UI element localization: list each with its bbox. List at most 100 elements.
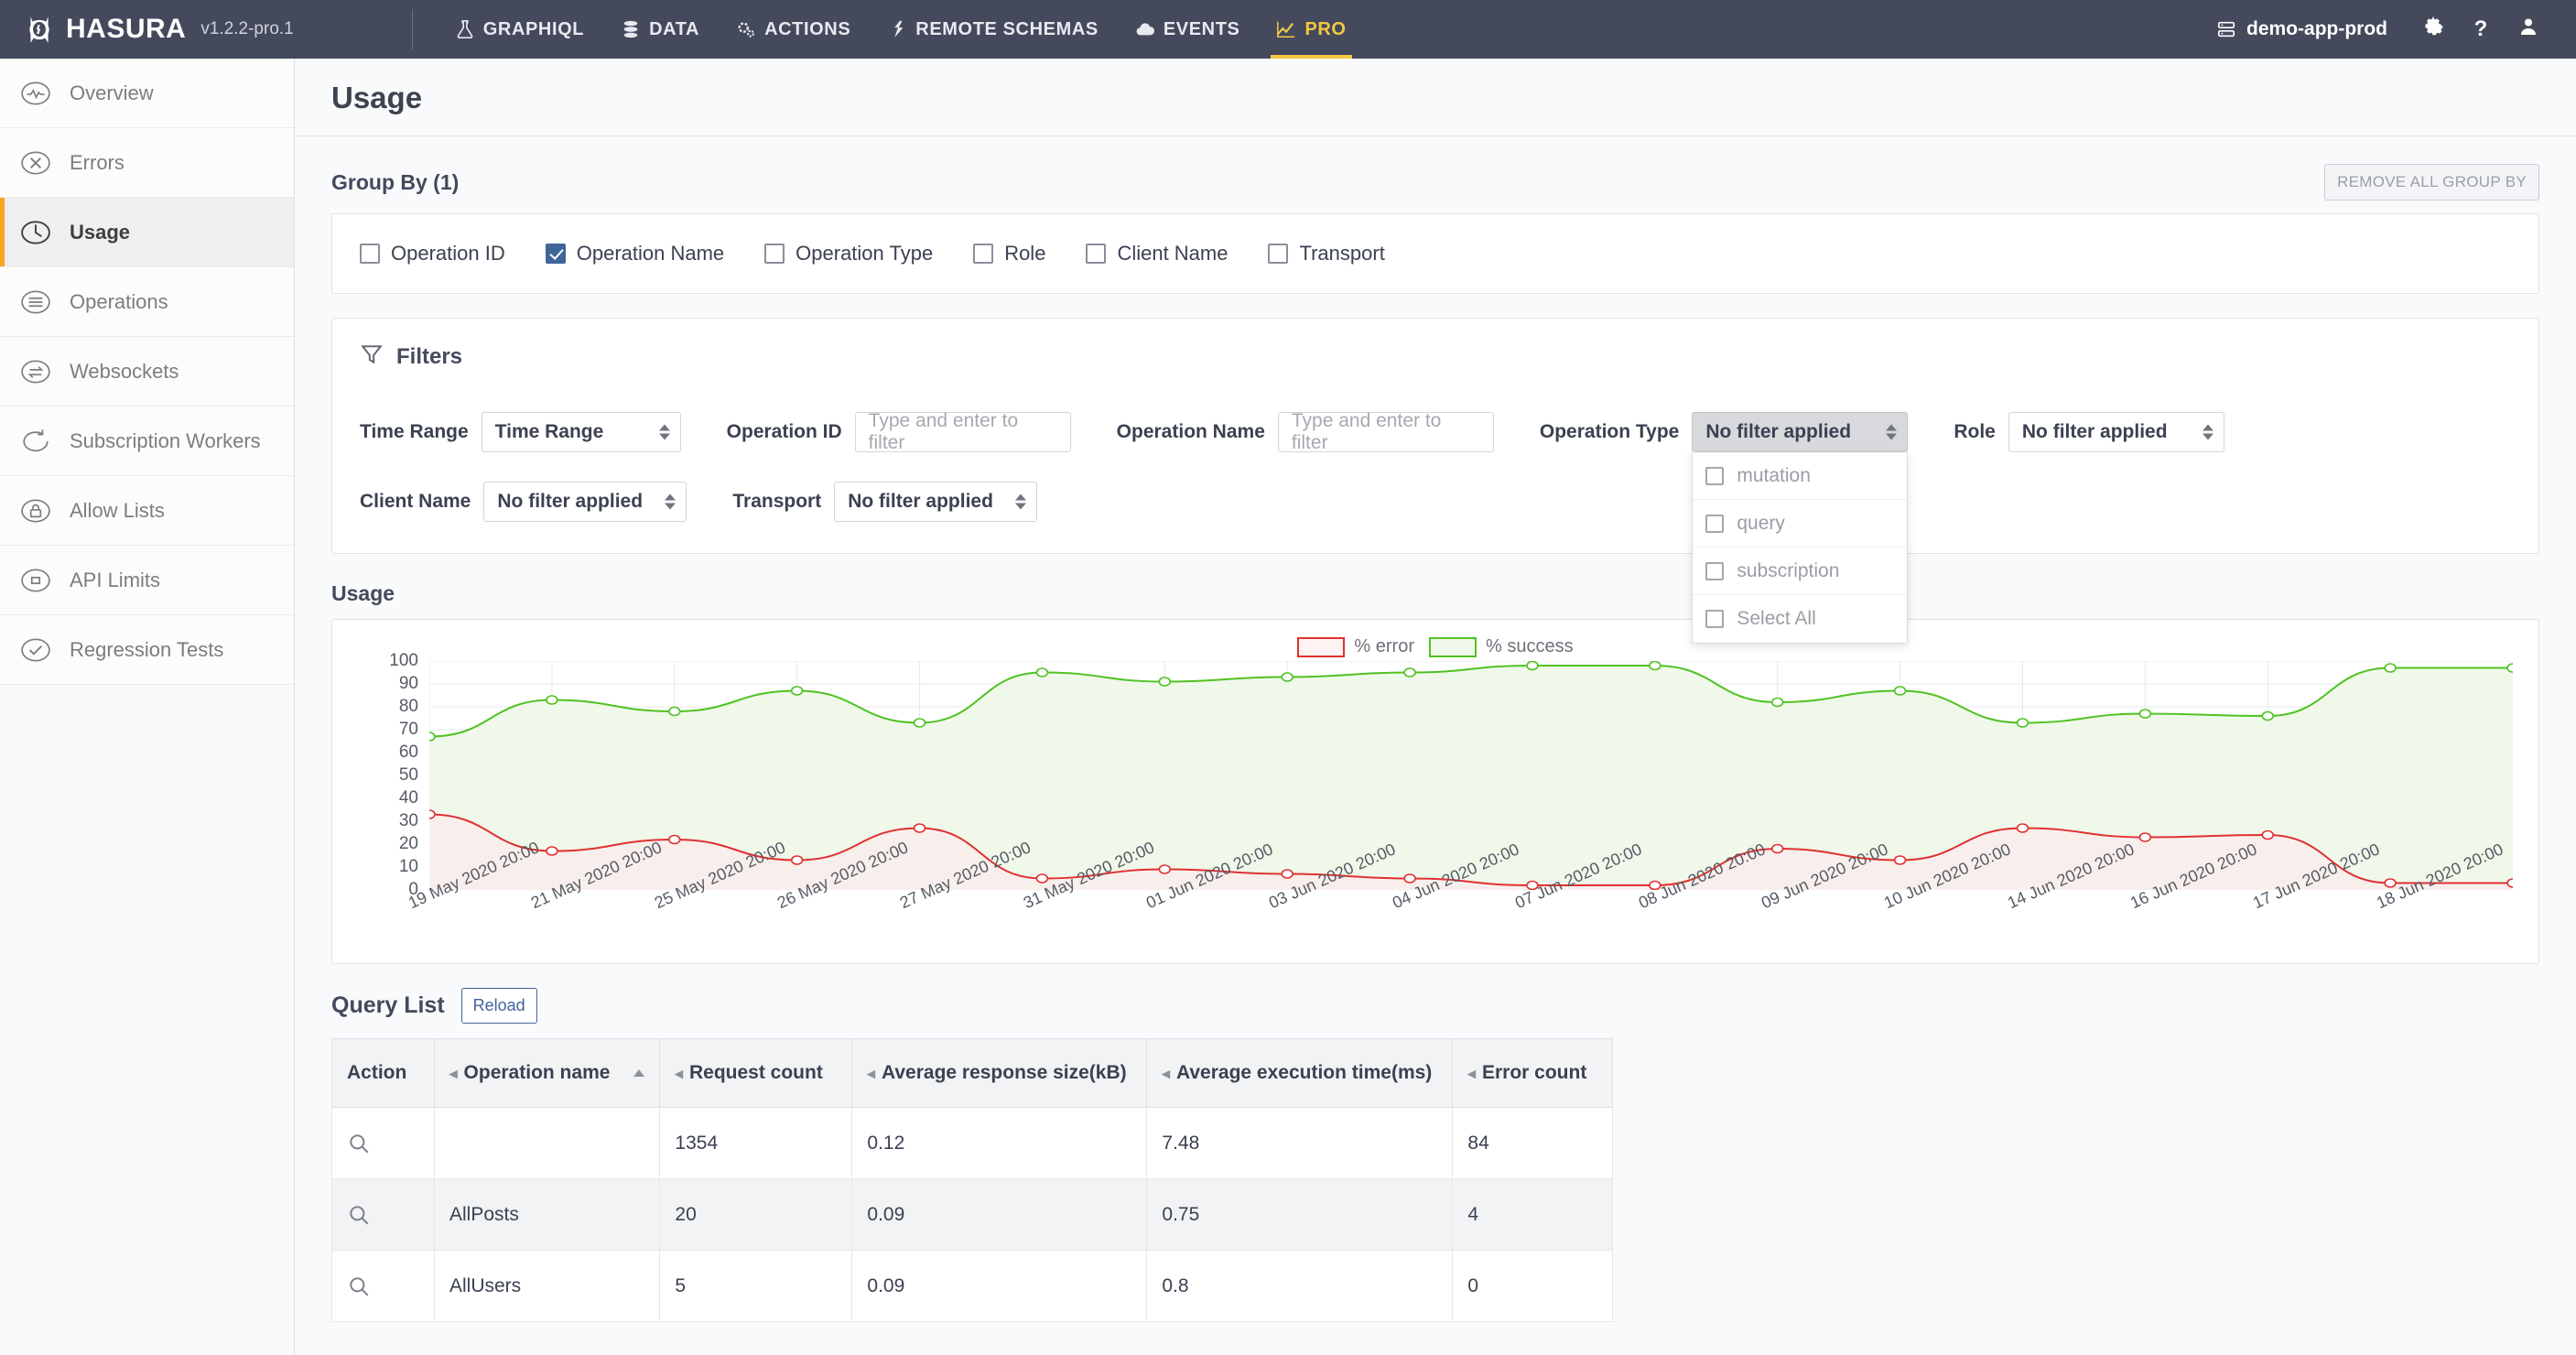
row-action-cell[interactable]: [331, 1178, 435, 1251]
checkbox-box[interactable]: [1705, 561, 1725, 580]
checkbox-box[interactable]: [360, 244, 380, 264]
server-icon: [2216, 19, 2236, 39]
table-header-row: Action ◂ Operation name ◂ Request count ◂ A…: [331, 1038, 1613, 1108]
flask-icon: [455, 19, 475, 39]
nav-item-events[interactable]: EVENTS: [1117, 0, 1259, 59]
filter-label: Time Range: [360, 421, 469, 442]
groupby-checkbox-client-name[interactable]: Client Name: [1086, 242, 1228, 266]
nav-label: DATA: [649, 18, 700, 39]
remove-all-group-by-button[interactable]: REMOVE ALL GROUP BY: [2324, 164, 2539, 201]
settings-button[interactable]: [2409, 0, 2457, 59]
nav-item-graphiql[interactable]: GRAPHIQL: [437, 0, 602, 59]
checkbox-box[interactable]: [1705, 514, 1725, 533]
sidebar-item-allow-lists[interactable]: Allow Lists: [0, 476, 294, 546]
sidebar-item-operations[interactable]: Operations: [0, 267, 294, 337]
groupby-checkbox-transport[interactable]: Transport: [1268, 242, 1385, 266]
row-action-cell[interactable]: [331, 1250, 435, 1322]
y-axis-tick: 50: [398, 765, 418, 785]
search-icon[interactable]: [347, 1203, 371, 1227]
nav-item-pro[interactable]: PRO: [1258, 0, 1364, 59]
dropdown-item-label: mutation: [1737, 464, 1811, 486]
checkbox-box[interactable]: [545, 244, 566, 264]
operation-name-input[interactable]: Type and enter to filter: [1277, 410, 1494, 453]
search-icon[interactable]: [347, 1132, 371, 1155]
usage-chart-card: % error % success 0 10 20 30 40 50 60 70 80 90 100…: [331, 619, 2539, 964]
dropdown-item-select-all[interactable]: Select All: [1693, 595, 1908, 643]
square-circle-icon: [20, 565, 51, 596]
checkbox-box[interactable]: [1705, 466, 1725, 485]
check-circle-icon: [20, 634, 51, 666]
nav-label: REMOTE SCHEMAS: [915, 18, 1099, 39]
user-menu-button[interactable]: [2505, 0, 2552, 59]
spinner-icon: [1015, 493, 1027, 510]
dropdown-item-subscription[interactable]: subscription: [1693, 547, 1908, 595]
dropdown-item-query[interactable]: query: [1693, 500, 1908, 547]
brand-name: HASURA: [66, 14, 187, 44]
checkbox-box[interactable]: [1705, 610, 1725, 628]
sidebar-item-websockets[interactable]: Websockets: [0, 337, 294, 406]
legend-label: % success: [1485, 636, 1574, 656]
sidebar-item-usage[interactable]: Usage: [0, 198, 294, 267]
reload-button[interactable]: Reload: [460, 988, 537, 1024]
checkbox-box[interactable]: [1086, 244, 1107, 264]
top-bar: HASURA v1.2.2-pro.1 GRAPHIQL DATA ACTION…: [0, 0, 2576, 59]
sidebar-item-label: Subscription Workers: [70, 428, 261, 452]
checkbox-box[interactable]: [764, 244, 785, 264]
column-error-count[interactable]: ◂ Error count: [1452, 1038, 1613, 1108]
column-operation-name[interactable]: ◂ Operation name: [433, 1038, 661, 1108]
project-selector[interactable]: demo-app-prod: [2194, 0, 2409, 59]
groupby-checkbox-operation-id[interactable]: Operation ID: [360, 242, 505, 266]
groupby-checkbox-role[interactable]: Role: [973, 242, 1045, 266]
column-avg-execution-time[interactable]: ◂ Average execution time(ms): [1146, 1038, 1454, 1108]
nav-item-remote-schemas[interactable]: REMOTE SCHEMAS: [869, 0, 1117, 59]
search-icon[interactable]: [347, 1274, 371, 1298]
brand[interactable]: HASURA v1.2.2-pro.1: [0, 14, 294, 45]
filter-label: Operation Type: [1539, 421, 1680, 442]
sidebar-item-api-limits[interactable]: API Limits: [0, 546, 294, 615]
sidebar-item-regression-tests[interactable]: Regression Tests: [0, 615, 294, 685]
cell-avg-response-size: 0.12: [851, 1107, 1148, 1179]
column-avg-response-size[interactable]: ◂ Average response size(kB): [851, 1038, 1148, 1108]
sidebar-item-errors[interactable]: Errors: [0, 128, 294, 198]
sidebar-item-overview[interactable]: Overview: [0, 59, 294, 128]
spinner-icon: [2202, 424, 2213, 440]
column-request-count[interactable]: ◂ Request count: [659, 1038, 853, 1108]
client-name-select[interactable]: No filter applied: [483, 482, 687, 522]
table-row[interactable]: AllPosts 20 0.09 0.75 4: [331, 1178, 1613, 1251]
groupby-checkbox-operation-type[interactable]: Operation Type: [764, 242, 933, 266]
groupby-checkbox-operation-name[interactable]: Operation Name: [545, 242, 724, 266]
dropdown-item-mutation[interactable]: mutation: [1693, 452, 1908, 500]
nav-item-data[interactable]: DATA: [602, 0, 718, 59]
database-icon: [621, 19, 641, 39]
project-name: demo-app-prod: [2246, 18, 2387, 39]
table-row[interactable]: 1354 0.12 7.48 84: [331, 1107, 1613, 1179]
time-range-select[interactable]: Time Range: [481, 412, 681, 452]
help-button[interactable]: ?: [2457, 0, 2505, 59]
page-header: Usage: [295, 59, 2576, 136]
cell-operation-name: [433, 1107, 661, 1179]
checkbox-box[interactable]: [973, 244, 994, 264]
usage-chart-title: Usage: [331, 581, 395, 605]
nav-item-actions[interactable]: ACTIONS: [718, 0, 869, 59]
y-axis-tick: 30: [398, 811, 418, 830]
filters-row-2: Client Name No filter applied Transport …: [360, 482, 2511, 522]
sidebar-item-subscription-workers[interactable]: Subscription Workers: [0, 406, 294, 476]
operation-type-select[interactable]: No filter applied: [1692, 412, 1909, 452]
transport-select[interactable]: No filter applied: [834, 482, 1038, 522]
filter-label: Client Name: [360, 491, 471, 512]
filter-client-name: Client Name No filter applied: [360, 482, 687, 522]
exchange-circle-icon: [20, 356, 51, 387]
filters-card: Filters Time Range Time Range Operation …: [331, 318, 2539, 644]
role-select[interactable]: No filter applied: [2008, 412, 2224, 452]
legend-item-success: % success: [1428, 636, 1574, 657]
select-value: No filter applied: [497, 491, 644, 512]
checkbox-box[interactable]: [1268, 244, 1289, 264]
filter-operation-id: Operation ID Type and enter to filter: [727, 410, 1071, 453]
chart-x-axis: 19 May 2020 20:00 21 May 2020 20:00 25 May…: [406, 838, 2520, 950]
operation-id-input[interactable]: Type and enter to filter: [854, 410, 1071, 453]
row-action-cell[interactable]: [331, 1107, 435, 1179]
table-row[interactable]: AllUsers 5 0.09 0.8 0: [331, 1250, 1613, 1322]
group-by-header: Group By (1) REMOVE ALL GROUP BY: [331, 164, 2539, 201]
cell-avg-execution-time: 0.8: [1146, 1250, 1454, 1322]
funnel-icon: [360, 342, 384, 372]
